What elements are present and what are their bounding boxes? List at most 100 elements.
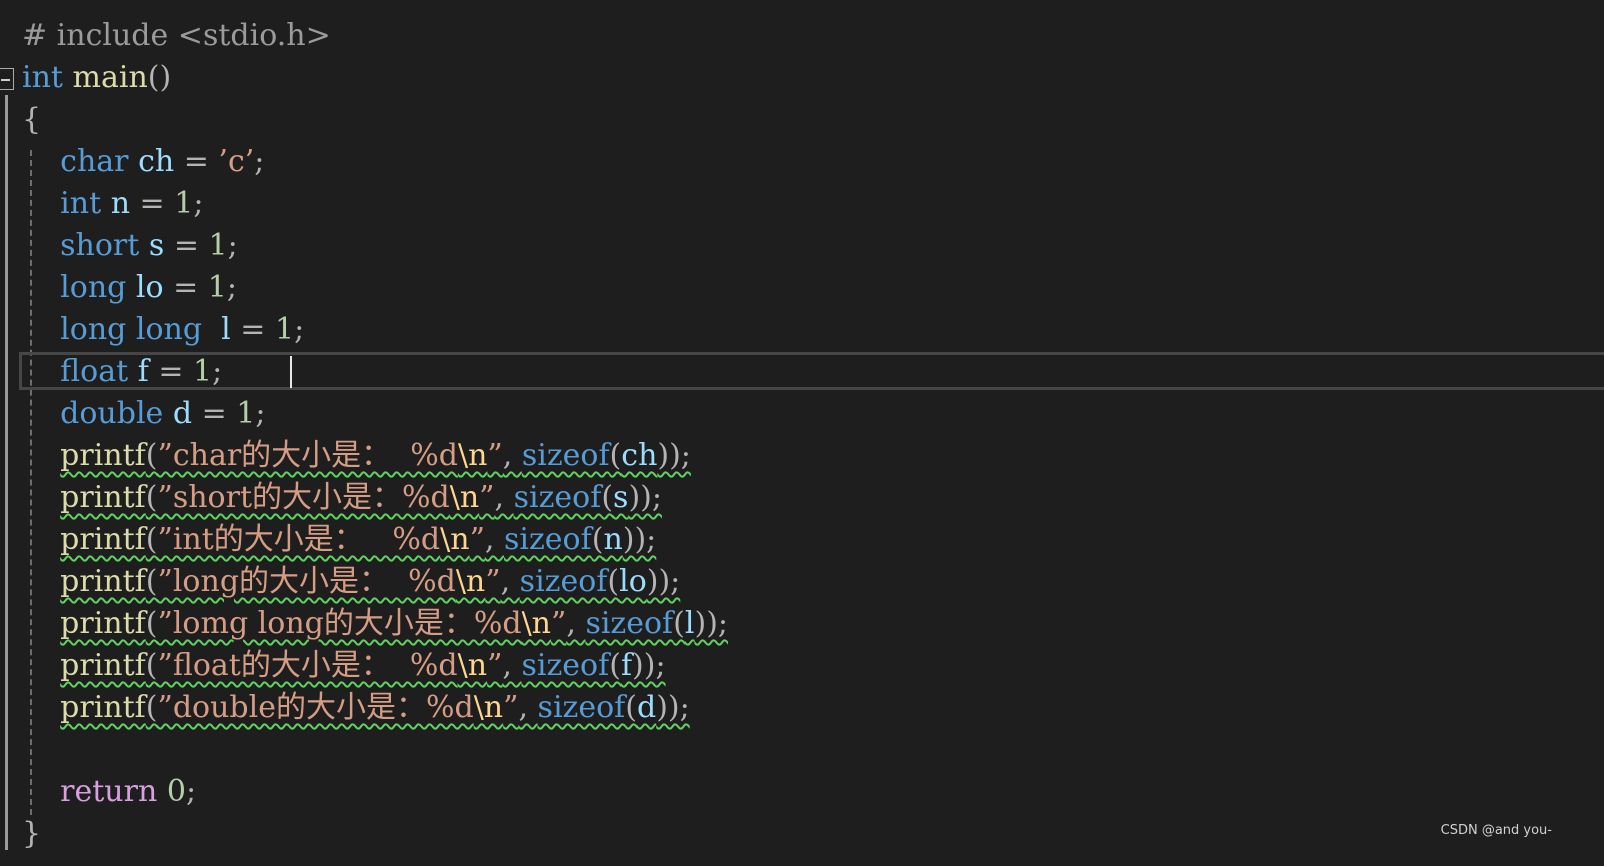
code-token: ( (625, 690, 637, 725)
code-token: ( (145, 648, 158, 683)
code-token: int (22, 60, 63, 95)
code-token: ( (145, 480, 158, 515)
code-token: , (566, 606, 586, 641)
code-token: sizeof (521, 438, 610, 473)
code-token: long (60, 270, 127, 305)
code-token: sizeof (585, 606, 674, 641)
code-token: ( (145, 564, 158, 599)
code-token: sizeof (519, 564, 608, 599)
code-token: () (147, 60, 172, 95)
watermark: CSDN @and you- (1440, 823, 1552, 838)
code-line[interactable]: printf(”long的大小是： %d\n”, sizeof(lo)); (22, 561, 680, 603)
code-line[interactable]: printf(”char的大小是： %d\n”, sizeof(ch)); (22, 435, 691, 477)
code-token: )); (694, 606, 728, 641)
code-token: = (163, 270, 208, 305)
code-token: return (60, 774, 158, 809)
code-token: # include <stdio.h> (22, 18, 331, 53)
code-line[interactable]: printf(”int的大小是： %d\n”, sizeof(n)); (22, 519, 656, 561)
code-token: ( (145, 522, 158, 557)
code-token: = (230, 312, 275, 347)
code-token: printf (60, 480, 146, 515)
code-token: )); (646, 564, 681, 599)
code-line[interactable]: printf(”lomg long的大小是：%d\n”, sizeof(l)); (22, 603, 728, 645)
code-token: ’c’ (218, 144, 255, 179)
code-line[interactable]: double d = 1; (22, 393, 265, 435)
code-token: 0 (166, 774, 186, 809)
code-token: printf (60, 564, 146, 599)
code-token: f (137, 354, 149, 389)
code-token: ( (591, 522, 604, 557)
code-token: long long (60, 312, 203, 347)
code-token: ; (254, 144, 265, 179)
code-token: ch (138, 144, 175, 179)
code-token: ; (255, 396, 266, 431)
code-line[interactable]: return 0; (22, 771, 196, 813)
code-token: \n (457, 648, 488, 683)
code-token: ”float的大小是： %d (157, 648, 458, 683)
code-token: , (518, 690, 538, 725)
code-editor[interactable]: # include <stdio.h> int main(){ char ch =… (0, 0, 1604, 866)
code-token: } (22, 816, 42, 851)
code-token: ”int的大小是： %d (157, 522, 441, 557)
code-token: ” (503, 690, 519, 725)
code-line[interactable]: } (22, 813, 41, 855)
code-line[interactable]: printf(”short的大小是：%d\n”, sizeof(s)); (22, 477, 662, 519)
code-line[interactable]: int main() (22, 57, 171, 99)
code-line[interactable]: char ch = ’c’; (22, 141, 264, 183)
code-token: ( (145, 690, 158, 725)
code-token: 1 (208, 228, 228, 263)
code-token: \n (521, 606, 552, 641)
code-token: short (60, 228, 140, 263)
code-line[interactable]: long long l = 1; (22, 309, 304, 351)
code-token: ”lomg long的大小是：%d (157, 606, 522, 641)
code-token: sizeof (537, 690, 626, 725)
code-token: ( (673, 606, 685, 641)
code-line[interactable]: printf(”double的大小是：%d\n”, sizeof(d)); (22, 687, 690, 729)
code-token: d (636, 690, 657, 725)
code-token: ; (226, 270, 237, 305)
code-token: { (22, 102, 42, 137)
code-line[interactable]: # include <stdio.h> (22, 15, 331, 57)
code-token: ; (227, 228, 238, 263)
code-token: printf (60, 648, 146, 683)
code-token: printf (60, 690, 146, 725)
code-token: sizeof (521, 648, 610, 683)
code-token: 1 (207, 270, 227, 305)
code-token: ” (487, 648, 503, 683)
code-token: ”long的大小是： %d (157, 564, 456, 599)
code-token: ; (185, 774, 197, 809)
code-token: ; (294, 312, 305, 347)
code-token: l (221, 312, 231, 347)
code-line[interactable]: printf(”float的大小是： %d\n”, sizeof(f)); (22, 645, 665, 687)
code-token: double (60, 396, 164, 431)
code-line[interactable]: float f = 1; (22, 351, 222, 393)
collapse-toggle-icon[interactable] (0, 68, 14, 90)
code-line[interactable]: int n = 1; (22, 183, 203, 225)
code-token: int (60, 186, 102, 221)
code-token: \n (457, 438, 488, 473)
code-token: , (500, 564, 520, 599)
code-token: ”short的大小是：%d (157, 480, 450, 515)
code-line[interactable]: { (22, 99, 41, 141)
code-line[interactable]: short s = 1; (22, 225, 238, 267)
code-token: ”double的大小是：%d (157, 690, 474, 725)
code-token: ( (145, 606, 158, 641)
code-token: = (164, 228, 209, 263)
code-token: printf (60, 438, 146, 473)
code-token: \n (473, 690, 504, 725)
code-token: main (72, 60, 148, 95)
text-cursor (290, 356, 292, 388)
outline-bar (5, 95, 8, 850)
code-line[interactable]: long lo = 1; (22, 267, 237, 309)
